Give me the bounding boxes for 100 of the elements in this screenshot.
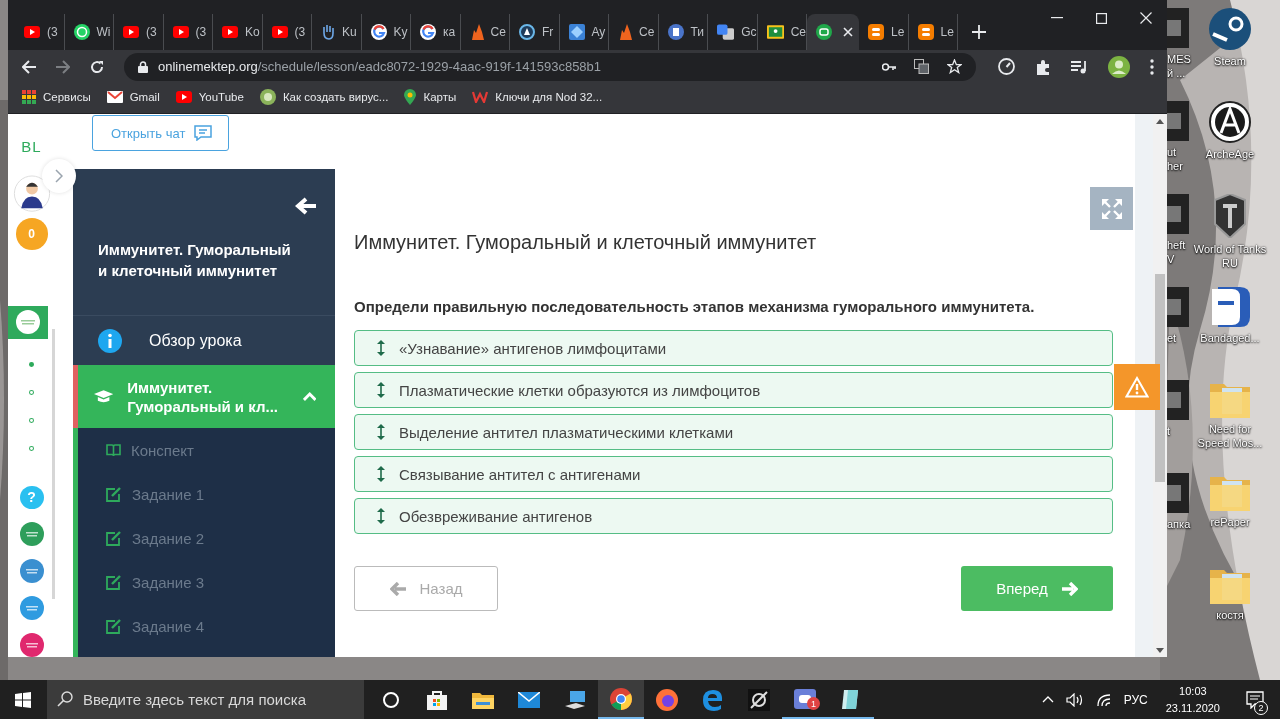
pin-icon — [404, 89, 417, 105]
puzzle-icon[interactable] — [1035, 58, 1051, 75]
taskbar-button[interactable]: 1 — [782, 680, 828, 719]
star-icon[interactable] — [947, 59, 962, 74]
badge-icon — [667, 24, 684, 40]
taskbar-button[interactable] — [598, 680, 644, 719]
desktop-icon[interactable]: Need for Speed Mos... — [1192, 380, 1268, 473]
menu-icon[interactable] — [1150, 58, 1154, 75]
speaker-icon[interactable] — [1065, 692, 1084, 707]
folder-icon — [472, 690, 494, 709]
close-icon[interactable] — [843, 27, 853, 37]
windows-icon[interactable] — [15, 691, 31, 708]
plus-icon[interactable] — [972, 25, 986, 39]
course-tile[interactable] — [8, 305, 48, 339]
up-down-arrow-icon — [377, 508, 385, 524]
gauge-icon[interactable] — [998, 58, 1015, 75]
play-icon — [172, 26, 189, 38]
edit-icon — [106, 574, 122, 590]
translate-icon[interactable] — [914, 59, 929, 74]
wifi-icon[interactable] — [1095, 692, 1112, 707]
language-indicator[interactable]: РУС — [1123, 692, 1148, 707]
browser-icon — [610, 687, 632, 710]
sortable-item[interactable]: Выделение антител плазматическими клетками — [354, 414, 1113, 450]
key-icon[interactable] — [882, 62, 896, 71]
sortable-item[interactable]: Обезвреживание антигенов — [354, 498, 1113, 534]
url-text: onlinemektep.org/schedule/lesson/eadc8072-1929-4aac-919f-141593c858b1 — [158, 59, 602, 74]
bookmark[interactable]: Сервисы — [22, 90, 91, 104]
maximize-icon[interactable] — [1096, 12, 1107, 24]
notification-button[interactable]: 2 — [1240, 684, 1270, 715]
notification-badge: 1 — [807, 697, 820, 710]
rounded-block-icon — [1210, 287, 1250, 327]
play-icon — [175, 91, 192, 103]
bookmark[interactable]: Как создать вирус... — [259, 89, 389, 105]
ring-icon — [370, 24, 387, 40]
app-icon[interactable] — [19, 633, 44, 657]
minimize-icon[interactable] — [1051, 17, 1063, 19]
coin-badge: 0 — [15, 218, 48, 250]
icon-label: et — [1167, 331, 1177, 345]
forward-arrow-icon[interactable] — [56, 59, 70, 74]
avatar[interactable] — [12, 175, 51, 213]
note-icon — [868, 24, 884, 40]
sortable-item[interactable]: «Узнавание» антигенов лимфоцитами — [354, 330, 1113, 366]
icon-label: heft V — [1167, 238, 1186, 266]
browser-tab[interactable] — [807, 14, 859, 50]
circle-icon — [382, 690, 400, 709]
lesson-title: Иммунитет. Гуморальный и клеточный иммунитет — [354, 230, 818, 254]
clock[interactable]: 10:03 23.11.2020 — [1165, 682, 1220, 717]
app-icon — [816, 24, 832, 40]
crossed-circle-icon — [748, 688, 770, 711]
bookmark[interactable]: Ключи для Nod 32... — [472, 91, 603, 103]
sidebar-title: Иммунитет. Гуморальный и клеточный иммунитет — [98, 240, 292, 281]
address-bar[interactable]: onlinemektep.org/schedule/lesson/eadc8072-1929-4aac-919f-141593c858b1 — [124, 52, 976, 81]
up-down-arrow-icon — [377, 466, 385, 482]
scrollbar[interactable] — [1153, 114, 1167, 657]
back-arrow-icon[interactable] — [22, 59, 36, 74]
circle-icon — [519, 24, 535, 40]
app-icon[interactable] — [1167, 194, 1189, 234]
up-down-arrow-icon — [377, 382, 385, 398]
desktop-icon[interactable]: костя — [1192, 566, 1268, 659]
app-icon[interactable] — [1167, 101, 1189, 141]
bookmark[interactable]: YouTube — [175, 91, 244, 103]
caret-up-icon[interactable] — [1041, 696, 1054, 703]
play-icon — [222, 26, 238, 38]
icon-label: апка — [1167, 517, 1191, 531]
up-down-arrow-icon — [377, 340, 385, 356]
scroll-up-icon[interactable] — [1156, 119, 1164, 124]
edit-icon — [106, 530, 122, 546]
sortable-item[interactable]: Плазматические клетки образуются из лимфоцитов — [354, 372, 1113, 408]
icon-label: MES й ... — [1167, 52, 1191, 80]
app-icon[interactable] — [19, 596, 44, 620]
circle-icon — [259, 89, 276, 105]
reload-icon[interactable] — [90, 59, 104, 74]
close-icon[interactable] — [1140, 12, 1152, 24]
play-icon — [24, 26, 40, 38]
app-icon[interactable] — [1167, 8, 1189, 48]
sidebar-item[interactable]: Обзор урока — [73, 316, 335, 365]
sortable-item[interactable]: Связывание антител с антигенами — [354, 456, 1113, 492]
bookmark[interactable]: Карты — [404, 89, 457, 105]
search-field[interactable]: Введите здесь текст для поиска — [47, 680, 364, 719]
hand-icon — [321, 24, 335, 40]
lock-icon — [138, 60, 148, 73]
step-dot[interactable] — [29, 361, 34, 367]
app-icon[interactable] — [1167, 380, 1189, 420]
bag-icon — [426, 688, 448, 711]
play-icon — [123, 26, 139, 38]
note-icon — [917, 24, 934, 40]
right-arrow-icon — [1061, 581, 1078, 596]
bookmark[interactable]: Gmail — [106, 91, 160, 103]
app-icon[interactable] — [1167, 287, 1189, 327]
gamepad-icon — [794, 688, 816, 709]
search-icon — [57, 691, 73, 707]
app-icon[interactable] — [19, 559, 44, 583]
avatar-icon[interactable] — [1108, 55, 1130, 78]
playlist-icon[interactable] — [1071, 59, 1088, 74]
expand-button[interactable] — [42, 159, 76, 193]
scroll-down-icon[interactable] — [1156, 648, 1164, 653]
app-icon[interactable] — [19, 522, 44, 546]
tile-icon — [568, 24, 585, 40]
edit-icon — [106, 618, 122, 634]
app-icon[interactable] — [1167, 473, 1189, 513]
